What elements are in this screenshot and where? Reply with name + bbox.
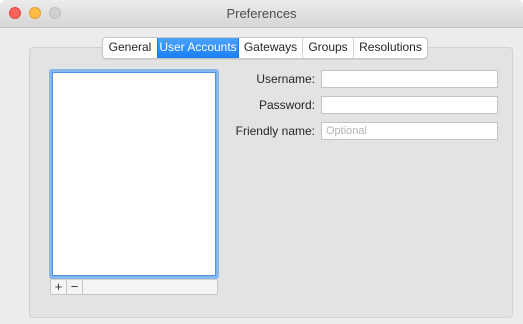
username-field[interactable] — [321, 70, 498, 88]
title-bar[interactable]: Preferences — [0, 0, 523, 28]
password-field[interactable] — [321, 96, 498, 114]
tab-bar: General User Accounts Gateways Groups Re… — [102, 37, 428, 59]
tab-groups[interactable]: Groups — [302, 38, 353, 58]
tab-gateways[interactable]: Gateways — [238, 38, 302, 58]
friendly-name-label: Friendly name: — [235, 124, 315, 138]
window-title: Preferences — [226, 6, 297, 21]
password-label: Password: — [258, 98, 315, 112]
tab-user-accounts[interactable]: User Accounts — [157, 38, 238, 58]
friendly-name-field[interactable] — [321, 122, 498, 140]
preferences-window: Preferences General User Accounts Gatewa… — [0, 0, 523, 324]
list-focus-ring — [52, 72, 216, 276]
add-account-button[interactable]: + — [51, 280, 67, 294]
username-label: Username: — [256, 72, 315, 86]
remove-account-button[interactable]: − — [67, 280, 83, 294]
list-button-bar: + − — [50, 279, 218, 295]
tab-general[interactable]: General — [103, 38, 157, 58]
tab-resolutions[interactable]: Resolutions — [353, 38, 427, 58]
user-accounts-list[interactable] — [49, 69, 219, 279]
